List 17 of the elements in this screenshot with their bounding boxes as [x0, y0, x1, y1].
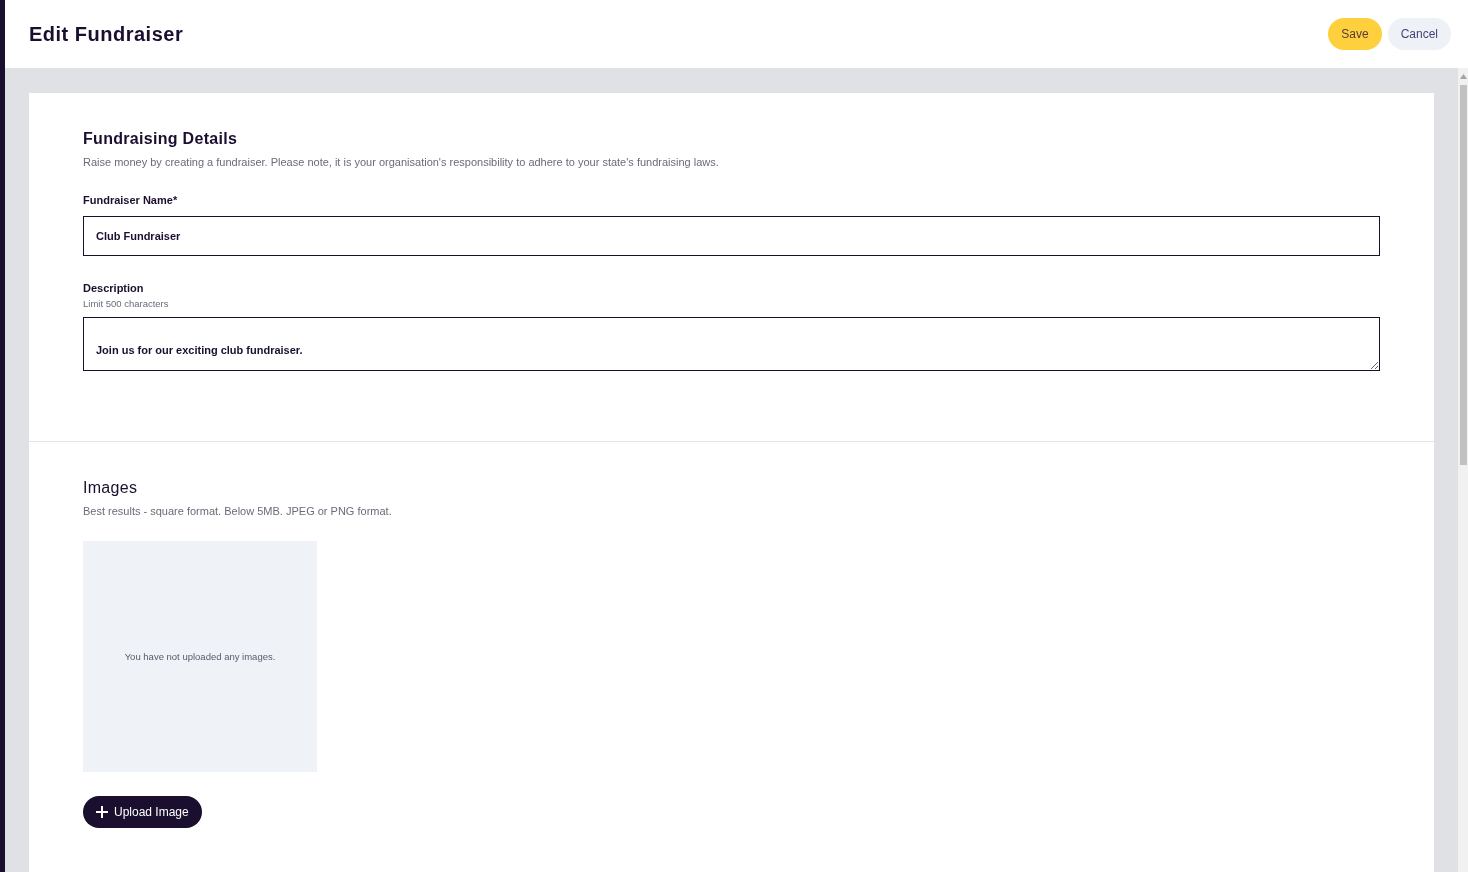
section-description: Best results - square format. Below 5MB. JPEG or PNG format.	[83, 505, 393, 517]
section-description: Raise money by creating a fundraiser. Please note, it is your organisation's responsibility to adhere to your state's fundraising laws.	[83, 156, 720, 168]
scrollbar-thumb[interactable]	[1459, 85, 1467, 465]
field-label: Description	[83, 282, 144, 294]
page-title: Edit Fundraiser	[29, 22, 184, 46]
section-heading: Images	[83, 479, 139, 497]
cancel-button[interactable]: Cancel	[1387, 18, 1451, 50]
field-hint: Limit 500 characters	[83, 298, 169, 309]
section-heading: Fundraising Details	[83, 130, 239, 148]
field-label: Fundraiser Name*	[83, 194, 178, 206]
save-button[interactable]: Save	[1328, 18, 1382, 50]
fundraiser-name-field[interactable]: Club Fundraiser	[83, 216, 1380, 256]
scroll-up-icon[interactable]	[1459, 74, 1467, 79]
upload-image-button[interactable]: Upload Image	[83, 796, 202, 828]
empty-message: You have not uploaded any images.	[124, 651, 276, 662]
description-field[interactable]: Join us for our exciting club fundraiser.	[83, 317, 1380, 371]
plus-icon	[96, 806, 108, 818]
